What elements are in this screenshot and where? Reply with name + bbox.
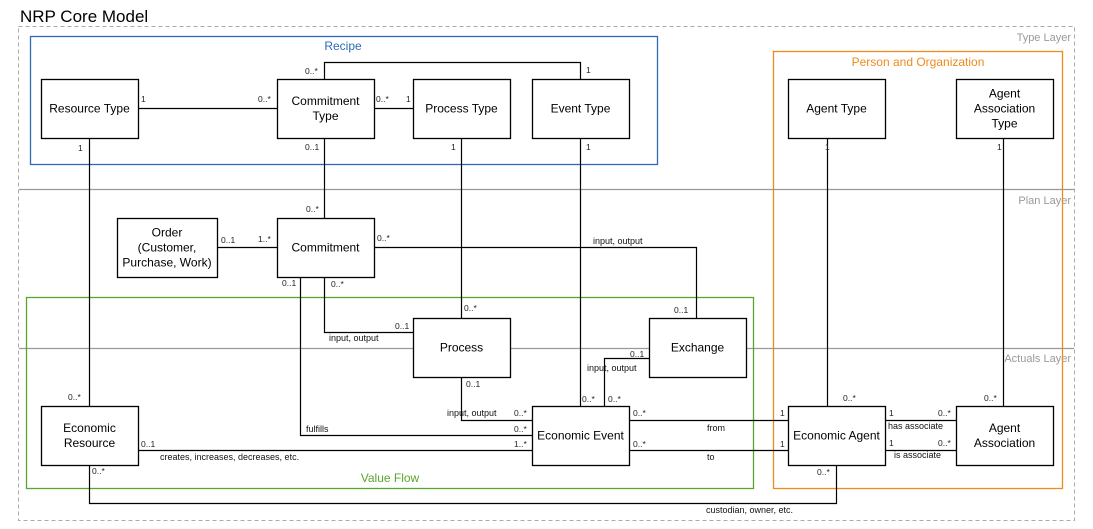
mult-label: 0..* (843, 393, 856, 403)
role-label: is associate (894, 450, 941, 460)
class-name-line: Resource (64, 436, 116, 450)
class-name-line: Type (312, 109, 338, 123)
mult-label: 0..* (633, 408, 646, 418)
class-name-line: Economic (63, 421, 116, 435)
mult-label: 0..* (258, 94, 271, 104)
role-label: creates, increases, decreases, etc. (160, 452, 299, 462)
mult-label: 0..1 (674, 305, 688, 315)
class-name-line: Association (974, 102, 1035, 116)
class-name-line: Agent (989, 87, 1021, 101)
actuals-layer-label: Actuals Layer (1004, 353, 1071, 365)
mult-label: 0..1 (466, 379, 480, 389)
mult-label: 0..* (305, 66, 318, 76)
role-label: has associate (888, 421, 943, 431)
class-commitment-type[interactable]: CommitmentType (276, 78, 376, 140)
class-name-line: Economic Agent (793, 429, 880, 443)
mult-label: 1 (780, 408, 785, 418)
class-name-line: (Customer, (138, 241, 197, 255)
mult-label: 0..* (68, 392, 81, 402)
diagram-title: NRP Core Model (20, 7, 148, 26)
mult-label: 1 (780, 439, 785, 449)
role-label: input, output (587, 363, 637, 373)
class-event-type[interactable]: Event Type (531, 78, 631, 140)
link-commitment-exchange (374, 246, 698, 318)
class-economic-resource[interactable]: EconomicResource (40, 405, 140, 467)
class-name-line: Economic Event (537, 429, 624, 443)
mult-label: 0..* (608, 394, 621, 404)
mult-label: 0..1 (630, 349, 644, 359)
class-name-line: Process (440, 341, 483, 355)
plan-layer-label: Plan Layer (1018, 195, 1071, 207)
mult-label: 0..1 (141, 439, 155, 449)
mult-label: 0..* (377, 233, 390, 243)
mult-label: 0..1 (395, 321, 409, 331)
class-exchange[interactable]: Exchange (648, 317, 748, 379)
role-label: input, output (593, 236, 643, 246)
uml-diagram: NRP Core Model Type Layer Plan Layer Act… (18, 7, 1075, 521)
class-commitment[interactable]: Commitment (276, 217, 376, 279)
mult-label: 0..* (938, 438, 951, 448)
class-economic-event[interactable]: Economic Event (531, 405, 631, 467)
class-name-line: Commitment (291, 94, 360, 108)
mult-label: 0..* (514, 408, 527, 418)
mult-label: 0..* (938, 408, 951, 418)
class-order[interactable]: Order(Customer,Purchase, Work) (116, 217, 219, 279)
mult-label: 0..* (331, 279, 344, 289)
recipe-group-label: Recipe (324, 39, 362, 53)
class-agent-association[interactable]: AgentAssociation (955, 405, 1055, 467)
mult-label: 1..* (514, 439, 527, 449)
mult-label: 1 (141, 94, 146, 104)
mult-label: 0..* (514, 424, 527, 434)
mult-label: 1 (451, 142, 456, 152)
class-name-line: Association (974, 436, 1035, 450)
type-layer-label: Type Layer (1017, 32, 1072, 44)
class-economic-agent[interactable]: Economic Agent (787, 405, 887, 467)
class-name-line: Purchase, Work) (122, 256, 211, 270)
class-name-line: Order (152, 226, 183, 240)
mult-label: 1 (997, 142, 1002, 152)
class-name-line: Agent Type (806, 102, 867, 116)
mult-label: 0..* (306, 204, 319, 214)
mult-label: 0..* (633, 439, 646, 449)
class-name-line: Type (991, 117, 1017, 131)
link-economicresource-agent (88, 465, 838, 505)
mult-label: 0..1 (221, 235, 235, 245)
class-name-line: Agent (989, 421, 1021, 435)
mult-label: 0..* (582, 394, 595, 404)
mult-label: 1 (78, 143, 83, 153)
mult-label: 0..* (984, 393, 997, 403)
class-name-line: Process Type (425, 102, 498, 116)
class-agent-association-type[interactable]: AgentAssociationType (955, 78, 1055, 140)
class-process[interactable]: Process (412, 317, 512, 379)
class-process-type[interactable]: Process Type (412, 78, 512, 140)
role-label: custodian, owner, etc. (706, 505, 793, 515)
role-label: to (707, 452, 715, 462)
class-name-line: Resource Type (49, 102, 130, 116)
class-name-line: Commitment (291, 241, 360, 255)
mult-label: 0..* (376, 94, 389, 104)
role-label: input, output (447, 408, 497, 418)
link-commitmenttype-eventtype (323, 61, 582, 79)
mult-label: 1 (406, 94, 411, 104)
class-name-line: Event Type (551, 102, 611, 116)
role-label: fulfills (306, 424, 329, 434)
class-name-line: Exchange (671, 341, 725, 355)
mult-label: 0..1 (282, 278, 296, 288)
mult-label: 0..* (464, 303, 477, 313)
person-org-group-label: Person and Organization (852, 55, 985, 69)
class-resource-type[interactable]: Resource Type (40, 78, 140, 140)
mult-label: 1..* (258, 234, 271, 244)
value-flow-group-label: Value Flow (361, 471, 420, 485)
mult-label: 1 (586, 65, 591, 75)
role-label: input, output (329, 333, 379, 343)
mult-label: 0..1 (305, 142, 319, 152)
mult-label: 1 (889, 438, 894, 448)
mult-label: 1 (889, 408, 894, 418)
class-agent-type[interactable]: Agent Type (787, 78, 887, 140)
mult-label: 1 (825, 142, 830, 152)
mult-label: 1 (586, 142, 591, 152)
role-label: from (707, 423, 725, 433)
mult-label: 0..* (817, 467, 830, 477)
mult-label: 0..* (92, 466, 105, 476)
